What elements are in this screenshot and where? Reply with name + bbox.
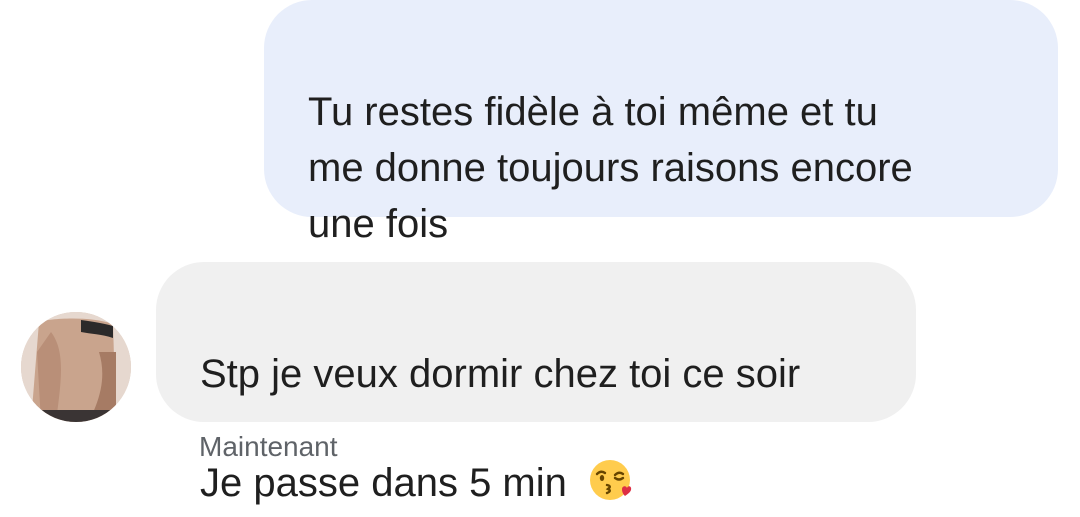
outgoing-message-bubble[interactable]: Tu restes fidèle à toi même et tu me don… [264, 0, 1058, 246]
contact-avatar[interactable] [21, 312, 131, 422]
incoming-message-text: Stp je veux dormir chez toi ce soir Je p… [200, 352, 801, 505]
outgoing-message-text: Tu restes fidèle à toi même et tu me don… [308, 90, 913, 246]
incoming-message-bubble[interactable]: Stp je veux dormir chez toi ce soir Je p… [156, 262, 916, 505]
message-timestamp: Maintenant [199, 431, 338, 462]
kissing-face-with-heart-icon [588, 402, 632, 500]
avatar-photo [21, 312, 131, 422]
